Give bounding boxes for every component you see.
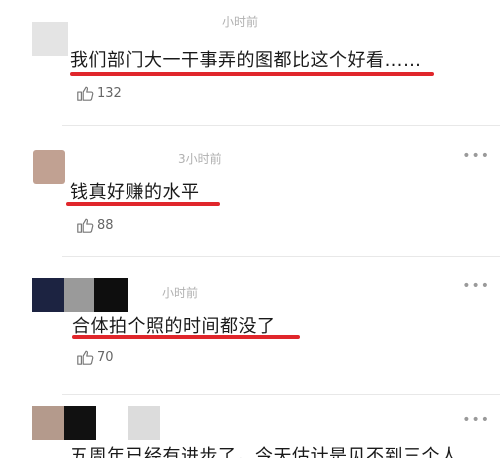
comment-text: 钱真好赚的水平 — [70, 182, 200, 203]
avatar[interactable] — [32, 406, 160, 440]
highlight-underline — [66, 202, 220, 206]
like-count: 70 — [97, 349, 114, 365]
thumbs-up-icon — [76, 216, 94, 234]
divider — [62, 394, 500, 395]
comment-item: 3小时前 ••• 钱真好赚的水平 88 — [0, 128, 500, 258]
highlight-underline — [70, 72, 434, 76]
comment-text: 五周年已经有进步了，今天估计是见不到三个人 — [70, 446, 459, 458]
avatar[interactable] — [32, 278, 128, 312]
highlight-underline — [72, 335, 300, 339]
like-button[interactable]: 88 — [76, 216, 114, 234]
comment-item: 小时前 我们部门大一干事弄的图都比这个好看…… 132 — [0, 0, 500, 128]
ellipsis-icon[interactable]: ••• — [462, 148, 490, 164]
comment-text: 我们部门大一干事弄的图都比这个好看…… — [70, 50, 422, 71]
like-count: 132 — [97, 85, 122, 101]
comment-item: ••• 五周年已经有进步了，今天估计是见不到三个人 — [0, 398, 500, 458]
avatar[interactable] — [32, 22, 68, 56]
divider — [62, 256, 500, 257]
like-button[interactable]: 70 — [76, 348, 114, 366]
thumbs-up-icon — [76, 84, 94, 102]
like-button[interactable]: 132 — [76, 84, 122, 102]
divider — [62, 125, 500, 126]
comment-time: 小时前 — [162, 286, 199, 300]
avatar[interactable] — [33, 150, 65, 184]
comment-time: 小时前 — [222, 15, 259, 29]
comment-item: 小时前 ••• 合体拍个照的时间都没了 70 — [0, 258, 500, 398]
ellipsis-icon[interactable]: ••• — [462, 412, 490, 428]
thumbs-up-icon — [76, 348, 94, 366]
comment-time: 3小时前 — [178, 152, 222, 166]
like-count: 88 — [97, 217, 114, 233]
ellipsis-icon[interactable]: ••• — [462, 278, 490, 294]
